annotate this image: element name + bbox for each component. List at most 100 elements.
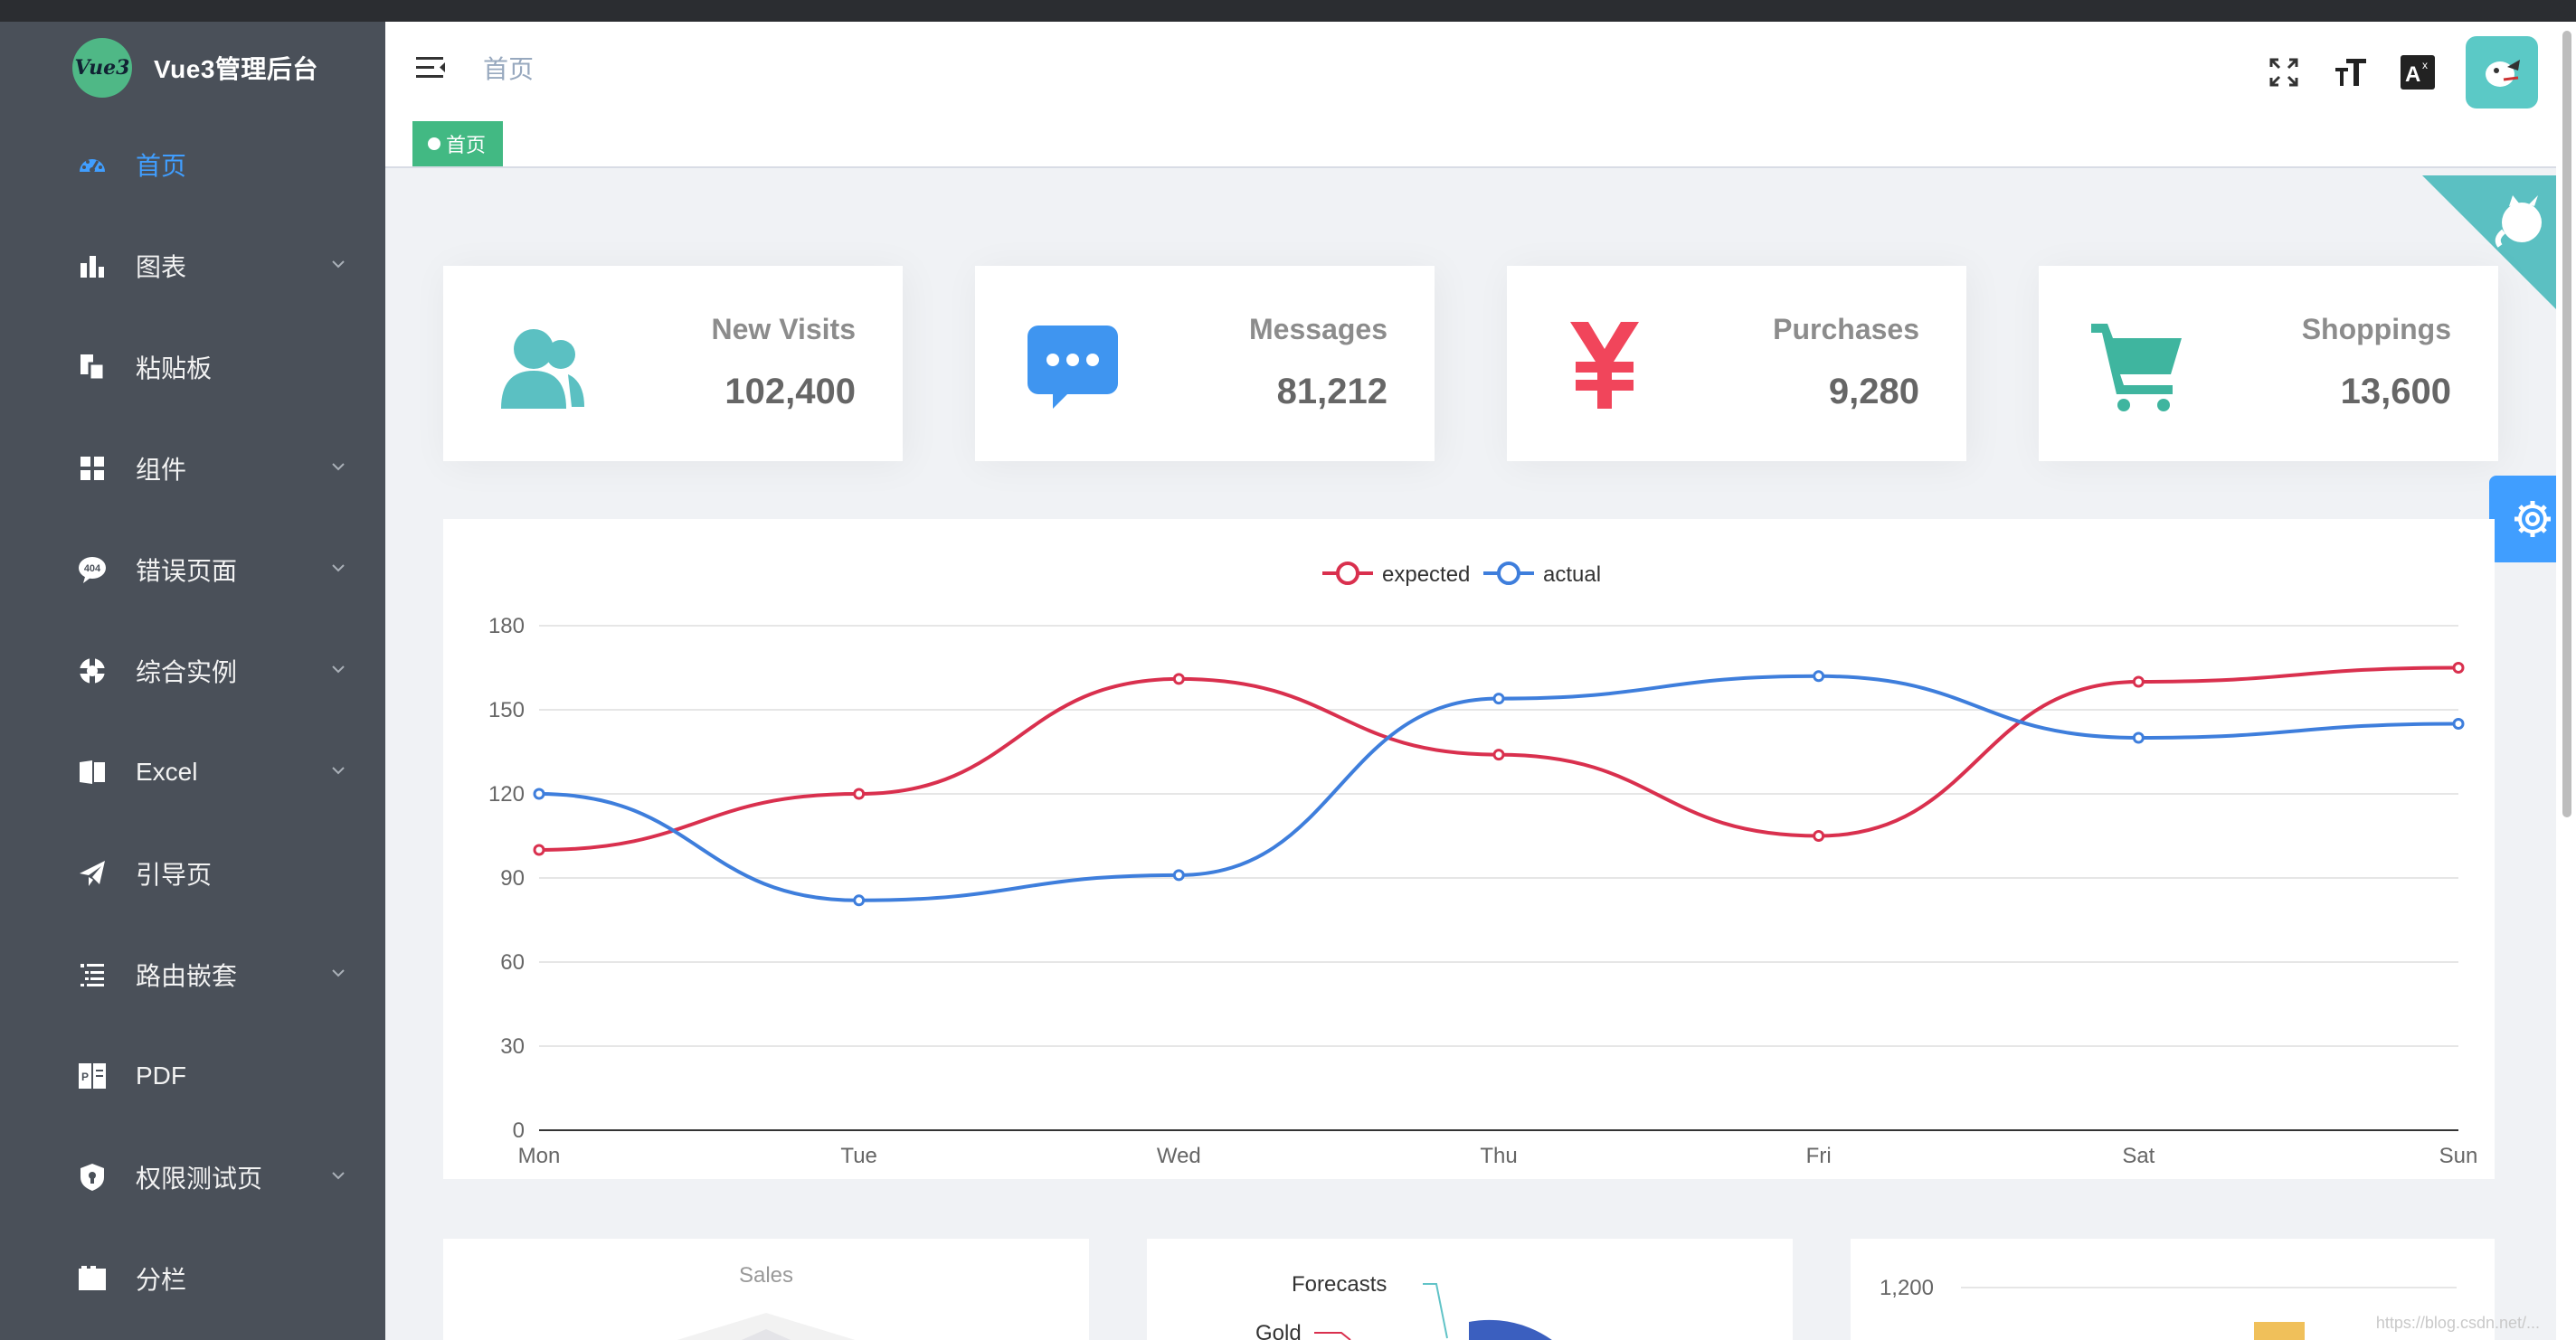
money-yen-icon <box>1558 318 1652 412</box>
main-content: 首页 A x 首页 New Visits 102,400 Messages 81… <box>385 22 2576 1340</box>
data-point-expected-Mon[interactable] <box>533 844 545 856</box>
tag-active-dot <box>428 137 440 150</box>
x-tick-label: Thu <box>1480 1144 1517 1168</box>
sidebar-item-0[interactable]: 首页 <box>0 114 385 215</box>
pie-chart-card: Forecasts Gold <box>1147 1239 1793 1340</box>
data-point-actual-Fri[interactable] <box>1813 670 1825 683</box>
y-tick-label: 30 <box>500 1034 525 1059</box>
sidebar-item-4[interactable]: 404 错误页面 <box>0 519 385 620</box>
x-tick-label: Wed <box>1157 1144 1201 1168</box>
sidebar-logo[interactable]: Vue3 Vue3管理后台 <box>0 22 385 114</box>
svg-text:404: 404 <box>84 563 101 574</box>
sidebar-item-label: 首页 <box>136 152 187 180</box>
language-icon[interactable]: A x <box>2399 53 2437 91</box>
panel-card-text: Purchases 9,280 <box>1773 313 1919 412</box>
dashboard-icon <box>78 150 107 179</box>
sidebar-item-7[interactable]: 引导页 <box>0 823 385 924</box>
radar-chart-card: Sales <box>443 1239 1089 1340</box>
people-icon <box>494 318 588 412</box>
tab-icon <box>78 1264 107 1293</box>
font-size-icon[interactable] <box>2332 53 2370 91</box>
data-point-expected-Sun[interactable] <box>2452 662 2465 674</box>
tag-home[interactable]: 首页 <box>412 121 504 166</box>
fullscreen-icon[interactable] <box>2265 53 2303 91</box>
sidebar-item-11[interactable]: 分栏 <box>0 1228 385 1329</box>
sidebar-item-8[interactable]: 路由嵌套 <box>0 924 385 1025</box>
y-tick-label: 120 <box>488 782 525 807</box>
panel-card-shoppings[interactable]: Shoppings 13,600 <box>2039 266 2498 461</box>
sidebar-item-label: 分栏 <box>136 1266 187 1294</box>
sidebar-item-label: 组件 <box>136 456 187 484</box>
sidebar-item-3[interactable]: 组件 <box>0 418 385 519</box>
scrollbar-thumb[interactable] <box>2562 31 2571 817</box>
excel-icon <box>78 758 107 787</box>
sidebar-item-5[interactable]: 综合实例 <box>0 620 385 722</box>
panel-card-value: 9,280 <box>1828 372 1919 411</box>
panel-card-text: Messages 81,212 <box>1249 313 1387 412</box>
chevron-down-icon <box>331 966 346 980</box>
x-tick-label: Sat <box>2122 1144 2155 1168</box>
sidebar-item-label: 综合实例 <box>136 658 238 686</box>
panel-card-text: New Visits 102,400 <box>712 313 856 412</box>
data-point-expected-Thu[interactable] <box>1492 749 1505 761</box>
panel-card-title: Shoppings <box>2301 313 2451 345</box>
user-avatar[interactable] <box>2466 36 2538 109</box>
data-point-actual-Thu[interactable] <box>1492 693 1505 705</box>
data-point-actual-Wed[interactable] <box>1172 869 1185 882</box>
chevron-down-icon <box>331 459 346 474</box>
bar-chart-icon <box>78 251 107 280</box>
data-point-expected-Fri[interactable] <box>1813 830 1825 842</box>
radar-label: Sales <box>739 1263 793 1288</box>
x-tick-label: Sun <box>2439 1144 2478 1168</box>
svg-text:P: P <box>81 1071 89 1083</box>
gear-icon <box>2514 501 2551 537</box>
sidebar-item-label: Excel <box>136 758 198 786</box>
sidebar: Vue3 Vue3管理后台 首页图表粘贴板组件 404 错误页面综合实例 Excel 引… <box>0 22 385 1340</box>
sidebar-item-label: PDF <box>136 1062 186 1090</box>
app-title: Vue3管理后台 <box>154 55 318 83</box>
data-point-expected-Wed[interactable] <box>1172 673 1185 685</box>
panel-card-title: Purchases <box>1773 313 1919 345</box>
y-tick-label: 90 <box>500 866 525 891</box>
bar-tick-label: 1,200 <box>1880 1276 1934 1300</box>
page-scrollbar[interactable] <box>2556 22 2576 1340</box>
sidebar-item-6[interactable]: Excel <box>0 722 385 823</box>
data-point-actual-Tue[interactable] <box>853 894 866 907</box>
panel-card-messages[interactable]: Messages 81,212 <box>975 266 1435 461</box>
panel-card-value: 102,400 <box>724 372 856 411</box>
chevron-down-icon <box>331 763 346 778</box>
sidebar-item-label: 图表 <box>136 253 187 281</box>
message-icon <box>1026 318 1120 412</box>
data-point-actual-Sat[interactable] <box>2132 731 2145 744</box>
logo-text: Vue3 <box>74 56 130 80</box>
hamburger-icon[interactable] <box>414 52 447 84</box>
watermark: https://blog.csdn.net/... <box>2375 1314 2540 1332</box>
legend-label-actual[interactable]: actual <box>1543 562 1601 587</box>
line-chart: 0 30 60 90 120 150 180 Mon Tue Wed Thu Fri Sat Sun exp… <box>488 561 2478 1168</box>
panel-card-new-visits[interactable]: New Visits 102,400 <box>443 266 903 461</box>
data-point-expected-Tue[interactable] <box>853 788 866 800</box>
sidebar-item-9[interactable]: P PDF <box>0 1025 385 1127</box>
breadcrumb[interactable]: 首页 <box>483 50 534 86</box>
legend-label-expected[interactable]: expected <box>1382 562 1470 587</box>
data-point-actual-Mon[interactable] <box>533 788 545 800</box>
sidebar-item-10[interactable]: 权限测试页 <box>0 1127 385 1228</box>
line-chart-panel: 0 30 60 90 120 150 180 Mon Tue Wed Thu Fri Sat Sun exp… <box>443 519 2495 1179</box>
sidebar-item-label: 粘贴板 <box>136 354 213 382</box>
sidebar-item-1[interactable]: 图表 <box>0 215 385 316</box>
navbar: 首页 A x <box>385 22 2576 114</box>
panel-card-title: Messages <box>1249 313 1387 345</box>
legend-marker-actual[interactable] <box>1497 561 1520 585</box>
shopping-cart-icon <box>2089 318 2183 412</box>
svg-text:x: x <box>2422 59 2428 71</box>
navbar-right: A x <box>2265 36 2538 109</box>
sidebar-item-label: 错误页面 <box>136 557 238 585</box>
x-tick-label: Fri <box>1806 1144 1832 1168</box>
panel-card-purchases[interactable]: Purchases 9,280 <box>1507 266 1966 461</box>
data-point-actual-Sun[interactable] <box>2452 718 2465 730</box>
data-point-expected-Sat[interactable] <box>2132 675 2145 688</box>
sidebar-item-2[interactable]: 粘贴板 <box>0 316 385 418</box>
legend-marker-expected[interactable] <box>1336 561 1359 585</box>
x-tick-label: Mon <box>518 1144 561 1168</box>
pie-label-forecasts: Forecasts <box>1292 1272 1387 1297</box>
